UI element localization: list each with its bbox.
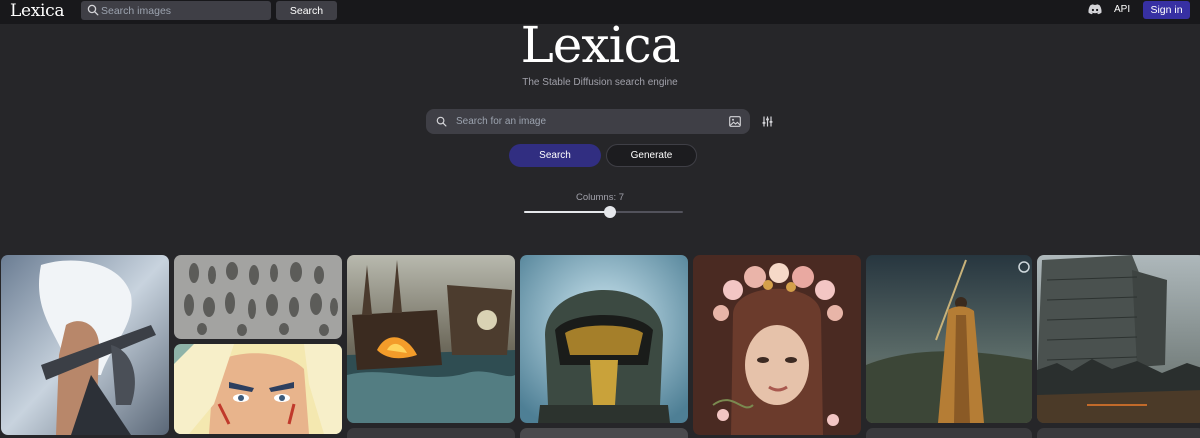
gallery-image[interactable] — [866, 255, 1032, 423]
search-button[interactable]: Search — [509, 144, 601, 167]
columns-value: 7 — [618, 192, 625, 203]
gallery-image[interactable] — [693, 255, 861, 435]
search-icon — [436, 116, 447, 127]
columns-label-prefix: Columns: — [575, 192, 619, 203]
gallery-image[interactable] — [174, 255, 342, 339]
search-icon — [87, 4, 99, 16]
page-title: Lexica — [520, 16, 681, 74]
gallery-image[interactable] — [866, 428, 1032, 438]
gallery-image[interactable] — [174, 344, 342, 434]
gallery-image[interactable] — [520, 428, 688, 438]
page-subtitle: The Stable Diffusion search engine — [522, 77, 678, 88]
filter-settings-icon[interactable] — [762, 116, 773, 127]
generate-button[interactable]: Generate — [606, 144, 697, 167]
image-upload-icon[interactable] — [729, 116, 741, 127]
gallery-image[interactable] — [347, 428, 515, 438]
gallery-image[interactable] — [1037, 428, 1200, 438]
gallery-image[interactable] — [1037, 255, 1200, 423]
columns-slider-fill — [524, 211, 610, 213]
api-link[interactable]: API — [1114, 4, 1130, 15]
main-search-box[interactable] — [426, 109, 750, 134]
discord-icon[interactable] — [1088, 4, 1102, 15]
columns-slider[interactable] — [524, 206, 683, 218]
gallery-image[interactable] — [520, 255, 688, 423]
gallery-image[interactable] — [347, 255, 515, 423]
columns-slider-thumb[interactable] — [603, 206, 616, 218]
columns-label: Columns: 7 — [0, 192, 1200, 203]
gallery-image[interactable] — [1, 255, 169, 435]
main-search-input[interactable] — [456, 109, 716, 134]
